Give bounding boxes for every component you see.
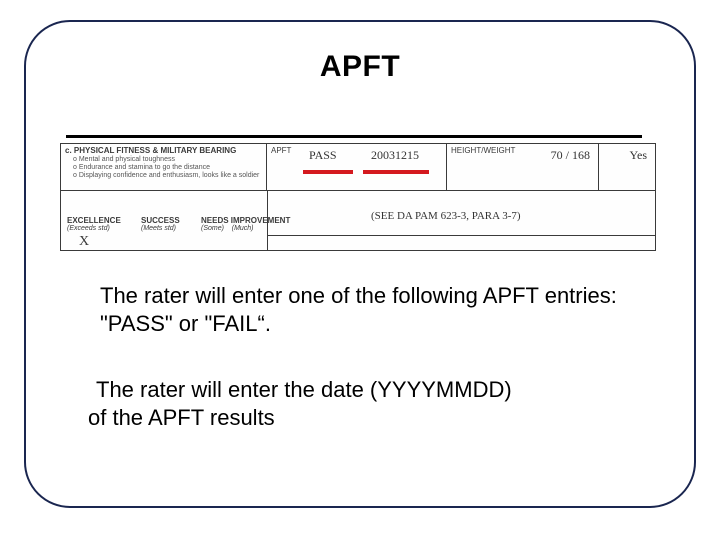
rating-mark: X bbox=[79, 234, 133, 250]
hw-label: HEIGHT/WEIGHT bbox=[451, 146, 515, 155]
section-heading-cell: c. PHYSICAL FITNESS & MILITARY BEARING o… bbox=[61, 144, 267, 190]
highlight-underline bbox=[363, 170, 429, 174]
rating-needs-improvement: NEEDS IMPROVEMENT bbox=[201, 216, 321, 225]
body-p2-line1: The rater will enter the date (YYYYMMDD) bbox=[96, 377, 512, 402]
form-excerpt: c. PHYSICAL FITNESS & MILITARY BEARING o… bbox=[60, 143, 656, 251]
slide-title: APFT bbox=[0, 50, 720, 84]
section-heading: PHYSICAL FITNESS & MILITARY BEARING bbox=[74, 146, 236, 155]
apft-cell: APFT PASS 20031215 bbox=[267, 144, 447, 190]
hw-value: 70 / 168 bbox=[551, 148, 590, 163]
height-weight-cell: HEIGHT/WEIGHT 70 / 168 bbox=[447, 144, 599, 190]
form-top-row: c. PHYSICAL FITNESS & MILITARY BEARING o… bbox=[61, 144, 655, 191]
bullet: o Mental and physical toughness bbox=[73, 156, 262, 164]
compliant-cell: Yes bbox=[599, 144, 655, 190]
rating-needs-much: (Much) bbox=[232, 225, 254, 232]
bullet: o Displaying confidence and enthusiasm, … bbox=[73, 172, 262, 180]
body-p2-line2: of the APFT results bbox=[88, 405, 275, 430]
apft-value: PASS bbox=[309, 148, 337, 163]
rating-excellence: EXCELLENCE bbox=[67, 216, 133, 225]
body-paragraph-1: The rater will enter one of the followin… bbox=[100, 282, 660, 338]
body-paragraph-2: The rater will enter the date (YYYYMMDD)… bbox=[96, 376, 660, 432]
apft-label: APFT bbox=[271, 146, 291, 155]
rating-needs-some: (Some) bbox=[201, 225, 224, 232]
section-bullets: o Mental and physical toughness o Endura… bbox=[73, 156, 262, 180]
title-underline bbox=[66, 135, 642, 138]
highlight-underline bbox=[303, 170, 353, 174]
compliant-value: Yes bbox=[630, 148, 647, 163]
rating-row: EXCELLENCE (Exceeds std) X SUCCESS (Meet… bbox=[61, 204, 445, 250]
slide: APFT c. PHYSICAL FITNESS & MILITARY BEAR… bbox=[0, 0, 720, 540]
rating-success-sub: (Meets std) bbox=[141, 225, 199, 232]
rating-success: SUCCESS bbox=[141, 216, 199, 225]
section-letter: c. bbox=[65, 146, 72, 155]
apft-date: 20031215 bbox=[371, 148, 419, 163]
rating-excellence-sub: (Exceeds std) bbox=[67, 225, 133, 232]
vertical-divider bbox=[267, 190, 268, 250]
bullet: o Endurance and stamina to go the distan… bbox=[73, 164, 262, 172]
slide-frame bbox=[24, 20, 696, 508]
horizontal-divider bbox=[267, 235, 655, 236]
